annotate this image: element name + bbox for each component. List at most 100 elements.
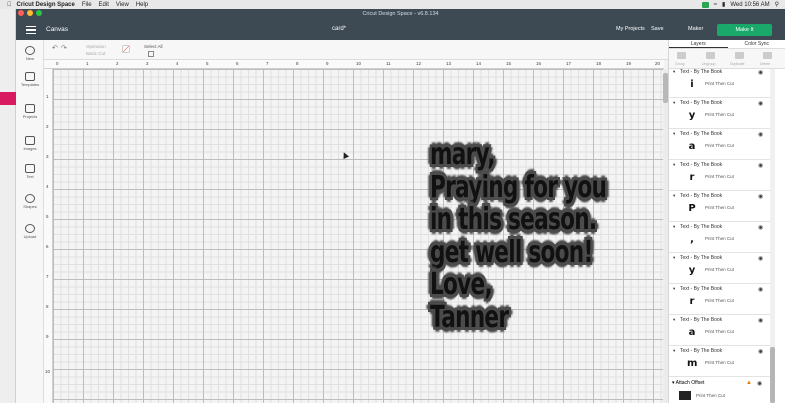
sticker-text-group[interactable]: mary, Praying for you in this season. ge… xyxy=(430,138,607,334)
layers-scrollbar[interactable] xyxy=(770,69,775,403)
undo-icon[interactable]: ↶ xyxy=(52,44,58,52)
ruler-tick: 9 xyxy=(326,61,329,66)
clock[interactable]: Wed 10:56 AM xyxy=(730,2,769,8)
chevron-down-icon[interactable]: ▾ xyxy=(673,131,675,137)
layer-name: Text - By The Book xyxy=(680,224,723,230)
app-menu[interactable]: Cricut Design Space xyxy=(17,2,75,8)
eye-icon[interactable]: ◉ xyxy=(758,162,763,169)
attach-offset-layer[interactable]: ▾ Attach Offset ▲ ◉ Print Then Cut xyxy=(668,378,770,403)
rail-label: Projects xyxy=(22,114,38,119)
eye-icon[interactable]: ◉ xyxy=(757,380,762,387)
chevron-down-icon[interactable]: ▾ xyxy=(673,317,675,323)
layers-panel: Layers Color Sync Group Ungroup Duplicat… xyxy=(668,40,785,403)
color-swatch[interactable] xyxy=(122,45,130,53)
ungroup-icon[interactable] xyxy=(706,52,715,59)
rail-shapes[interactable]: Shapes xyxy=(16,194,44,209)
layer-row[interactable]: ▾ Text - By The Book ◉ , Print Then Cut xyxy=(669,222,771,253)
eye-icon[interactable]: ◉ xyxy=(758,255,763,262)
zoom-window-icon[interactable] xyxy=(36,10,42,16)
layer-thumbnail: a xyxy=(688,141,696,152)
chevron-down-icon[interactable]: ▾ xyxy=(673,348,675,354)
eye-icon[interactable]: ◉ xyxy=(758,100,763,107)
make-it-button[interactable]: Make It xyxy=(717,24,772,36)
layer-operation: Print Then Cut xyxy=(705,298,734,303)
status-app-icon[interactable] xyxy=(701,1,709,8)
close-window-icon[interactable] xyxy=(18,10,24,16)
ruler-tick: 8 xyxy=(296,61,299,66)
duplicate-icon[interactable] xyxy=(735,52,744,59)
my-projects-link[interactable]: My Projects xyxy=(616,26,645,32)
eye-icon[interactable]: ◉ xyxy=(758,69,763,76)
layer-row[interactable]: ▾ Text - By The Book ◉ m Print Then Cut xyxy=(669,346,771,377)
menu-view[interactable]: View xyxy=(116,2,129,8)
apple-icon[interactable]:  xyxy=(7,2,12,8)
tab-color-sync[interactable]: Color Sync xyxy=(728,40,785,48)
ruler-tick: 0 xyxy=(56,61,59,66)
ruler-tick: 2 xyxy=(116,61,119,66)
layer-row[interactable]: ▾ Text - By The Book ◉ P Print Then Cut xyxy=(669,191,771,222)
layer-name: Text - By The Book xyxy=(680,162,723,168)
layer-name: Text - By The Book xyxy=(680,69,723,75)
chevron-down-icon[interactable]: ▾ xyxy=(673,224,675,230)
machine-select[interactable]: Maker xyxy=(688,26,703,32)
select-all-label[interactable]: Select All xyxy=(144,44,163,49)
menu-help[interactable]: Help xyxy=(136,2,148,8)
eye-icon[interactable]: ◉ xyxy=(758,131,763,138)
layer-row[interactable]: ▾ Text - By The Book ◉ a Print Then Cut xyxy=(669,315,771,346)
layer-row[interactable]: ▾ Text - By The Book ◉ y Print Then Cut xyxy=(669,98,771,129)
wifi-icon[interactable]: ≈ xyxy=(714,2,717,8)
sticker-line: Praying for you xyxy=(430,169,607,205)
minimize-window-icon[interactable] xyxy=(27,10,33,16)
rail-label: Shapes xyxy=(23,204,37,209)
eye-icon[interactable]: ◉ xyxy=(758,348,763,355)
rail-text[interactable]: Text xyxy=(16,164,44,179)
rail-label: Templates xyxy=(20,82,40,87)
chevron-down-icon[interactable]: ▾ xyxy=(673,193,675,199)
chevron-down-icon[interactable]: ▾ xyxy=(673,100,675,106)
tab-layers[interactable]: Layers xyxy=(669,40,728,48)
menu-file[interactable]: File xyxy=(82,2,92,8)
layer-row[interactable]: ▾ Text - By The Book ◉ r Print Then Cut xyxy=(669,160,771,191)
spotlight-icon[interactable]: ⚲ xyxy=(775,1,779,8)
layer-operation: Print Then Cut xyxy=(705,236,734,241)
eye-icon[interactable]: ◉ xyxy=(758,224,763,231)
rail-templates[interactable]: Templates xyxy=(16,72,44,87)
redo-icon[interactable]: ↷ xyxy=(61,44,67,52)
menu-edit[interactable]: Edit xyxy=(99,2,109,8)
eye-icon[interactable]: ◉ xyxy=(758,286,763,293)
operation-select[interactable]: Basic Cut xyxy=(86,51,105,56)
chevron-down-icon[interactable]: ▾ xyxy=(673,69,675,75)
rail-images[interactable]: Images xyxy=(16,136,44,151)
layer-operation: Print Then Cut xyxy=(705,81,734,86)
rail-projects[interactable]: Projects xyxy=(16,104,44,119)
chevron-down-icon[interactable]: ▾ xyxy=(673,255,675,261)
layer-name: Text - By The Book xyxy=(680,131,723,137)
ruler-tick: 2 xyxy=(46,124,49,129)
project-name[interactable]: card* xyxy=(332,26,346,32)
shapes-icon xyxy=(25,194,35,203)
rail-new[interactable]: New xyxy=(16,46,44,61)
layer-name: Text - By The Book xyxy=(680,317,723,323)
layer-row[interactable]: ▾ Text - By The Book ◉ y Print Then Cut xyxy=(669,253,771,284)
layer-row[interactable]: ▾ Text - By The Book ◉ a Print Then Cut xyxy=(669,129,771,160)
layer-row[interactable]: ▾ Text - By The Book ◉ r Print Then Cut xyxy=(669,284,771,315)
scrollbar-thumb[interactable] xyxy=(770,347,775,403)
delete-icon[interactable] xyxy=(763,52,772,59)
plus-icon xyxy=(25,46,35,55)
rail-upload[interactable]: Upload xyxy=(16,224,44,239)
hamburger-menu-icon[interactable] xyxy=(26,26,36,34)
select-all-checkbox[interactable] xyxy=(148,51,154,57)
chevron-down-icon[interactable]: ▾ xyxy=(673,286,675,292)
delete-label: Delete xyxy=(760,62,771,66)
layer-thumbnail: P xyxy=(688,203,696,214)
group-icon[interactable] xyxy=(677,52,686,59)
warning-icon[interactable]: ▲ xyxy=(746,380,752,386)
battery-icon[interactable]: ▮ xyxy=(722,1,725,8)
eye-icon[interactable]: ◉ xyxy=(758,317,763,324)
ruler-tick: 16 xyxy=(536,61,542,66)
layer-row[interactable]: ▾ Text - By The Book ◉ i Print Then Cut xyxy=(669,67,771,98)
ruler-tick: 1 xyxy=(86,61,89,66)
eye-icon[interactable]: ◉ xyxy=(758,193,763,200)
chevron-down-icon[interactable]: ▾ xyxy=(673,162,675,168)
save-button[interactable]: Save xyxy=(651,26,664,32)
